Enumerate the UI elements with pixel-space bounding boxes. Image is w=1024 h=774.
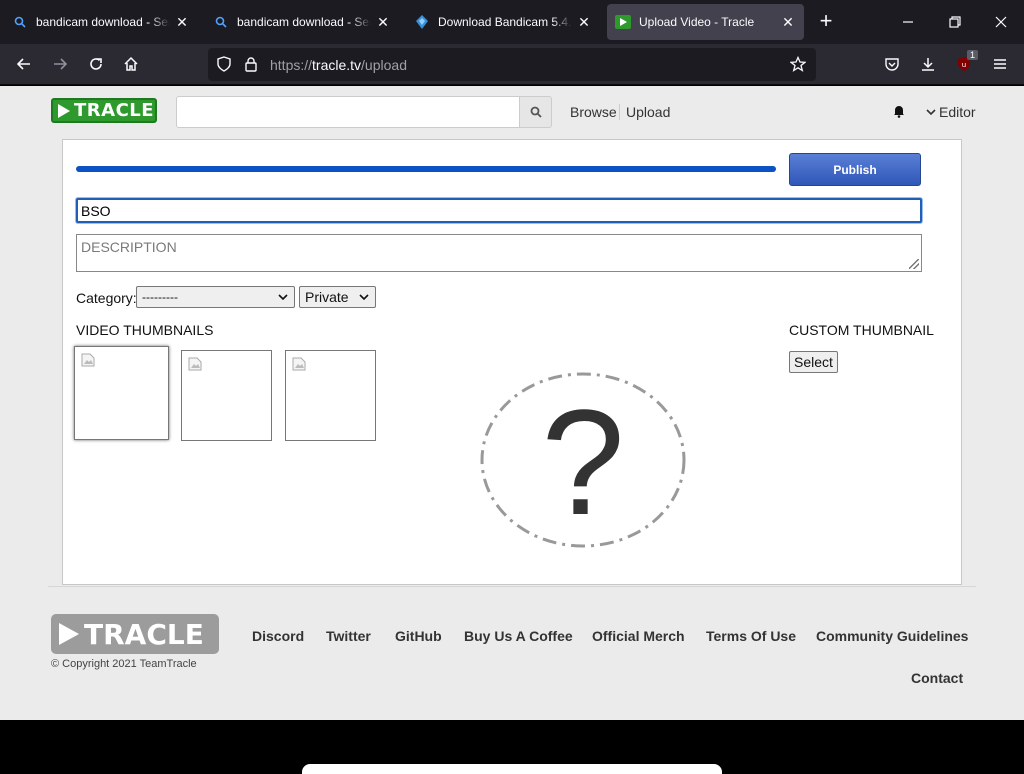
title-input[interactable] <box>76 198 922 223</box>
upload-progress-bar <box>76 166 776 172</box>
pocket-icon[interactable] <box>880 52 904 76</box>
footer-link-github[interactable]: GitHub <box>395 628 442 644</box>
new-tab-button[interactable]: + <box>814 10 838 34</box>
search-icon <box>530 106 542 118</box>
privacy-select[interactable]: Private <box>299 286 376 308</box>
hamburger-menu-icon[interactable] <box>988 52 1012 76</box>
footer-link-discord[interactable]: Discord <box>252 628 304 644</box>
bell-icon[interactable] <box>892 104 906 123</box>
tab-bandicam-search-2[interactable]: bandicam download - Search ✕ <box>205 4 399 40</box>
search-icon <box>12 14 28 30</box>
copyright-text: © Copyright 2021 TeamTracle <box>51 658 197 670</box>
footer-link-twitter[interactable]: Twitter <box>326 628 371 644</box>
video-thumbnail-1[interactable] <box>74 346 169 440</box>
footer-link-contact[interactable]: Contact <box>911 670 963 686</box>
tab-download-bandicam[interactable]: Download Bandicam 5.4.3 (free) ✕ <box>406 4 600 40</box>
window-close-icon[interactable] <box>989 10 1013 34</box>
tracle-favicon <box>615 14 631 30</box>
extension-badge: 1 <box>966 50 978 60</box>
user-menu-label: Editor <box>939 104 976 120</box>
url-bar[interactable]: https://tracle.tv/upload <box>208 48 816 81</box>
category-label: Category: <box>76 290 137 306</box>
browse-link[interactable]: Browse <box>570 104 617 120</box>
close-icon[interactable]: ✕ <box>174 14 190 31</box>
nav-divider <box>619 104 620 120</box>
chevron-down-icon <box>359 294 369 301</box>
category-value: --------- <box>142 290 178 304</box>
url-text[interactable]: https://tracle.tv/upload <box>270 57 407 73</box>
play-icon <box>59 623 79 645</box>
broken-image-icon <box>188 357 202 371</box>
tab-upload-video-tracle[interactable]: Upload Video - Tracle ✕ <box>607 4 804 40</box>
close-icon[interactable]: ✕ <box>375 14 391 31</box>
taskbar-edge <box>302 764 722 774</box>
lock-icon[interactable] <box>243 56 259 77</box>
play-icon <box>58 103 70 118</box>
user-menu[interactable]: Editor <box>926 104 976 120</box>
home-icon[interactable] <box>119 52 143 76</box>
category-select[interactable]: --------- <box>136 286 295 308</box>
video-thumbnails-label: VIDEO THUMBNAILS <box>76 322 214 338</box>
tab-title: bandicam download - Search <box>237 15 371 29</box>
broken-image-icon <box>292 357 306 371</box>
footer-divider <box>48 586 976 587</box>
chevron-down-icon <box>926 109 936 116</box>
description-placeholder: DESCRIPTION <box>81 239 177 255</box>
taskbar-area <box>0 720 1024 768</box>
select-thumbnail-button[interactable]: Select <box>789 351 838 373</box>
navigation-toolbar: https://tracle.tv/upload u 1 <box>0 44 1024 85</box>
footer-link-buy-us-a-coffee[interactable]: Buy Us A Coffee <box>464 628 573 644</box>
close-icon[interactable]: ✕ <box>576 14 592 31</box>
resize-grip-icon[interactable] <box>909 259 919 269</box>
tab-strip: bandicam download - Search ✕ bandicam do… <box>0 0 1024 44</box>
footer-logo[interactable]: TRACLE <box>51 614 219 654</box>
tab-title: bandicam download - Search <box>36 15 170 29</box>
search-button[interactable] <box>519 96 552 128</box>
tracle-logo[interactable]: TRACLE <box>51 98 157 123</box>
question-mark-glyph: ? <box>541 378 624 546</box>
tab-bandicam-search-1[interactable]: bandicam download - Search ✕ <box>4 4 198 40</box>
bookmark-star-icon[interactable] <box>789 55 807 77</box>
tab-title: Upload Video - Tracle <box>639 15 755 29</box>
video-thumbnail-2[interactable] <box>181 350 272 441</box>
minimize-icon[interactable] <box>896 10 920 34</box>
description-textarea[interactable]: DESCRIPTION <box>76 234 922 272</box>
softpedia-icon <box>414 14 430 30</box>
video-thumbnail-3[interactable] <box>285 350 376 441</box>
downloads-icon[interactable] <box>916 52 940 76</box>
page-content: TRACLE Browse Upload Editor Publish DESC… <box>0 86 1024 720</box>
chevron-down-icon <box>278 294 288 301</box>
logo-text: TRACLE <box>74 100 155 121</box>
privacy-value: Private <box>305 289 349 305</box>
back-arrow-icon[interactable] <box>12 52 36 76</box>
search-icon <box>213 14 229 30</box>
publish-button[interactable]: Publish <box>789 153 921 186</box>
restore-icon[interactable] <box>943 10 967 34</box>
upload-panel: Publish DESCRIPTION Category: --------- … <box>62 139 962 585</box>
close-icon[interactable]: ✕ <box>780 14 796 31</box>
thumbnail-placeholder-icon: ? <box>480 372 686 548</box>
upload-link[interactable]: Upload <box>626 104 670 120</box>
tracking-shield-icon[interactable] <box>216 56 232 77</box>
tab-title: Download Bandicam 5.4.3 (free) <box>438 15 572 29</box>
forward-arrow-icon[interactable] <box>48 52 72 76</box>
footer-logo-text: TRACLE <box>84 617 204 651</box>
footer-link-community-guidelines[interactable]: Community Guidelines <box>816 628 968 644</box>
search-input[interactable] <box>176 96 520 128</box>
reload-icon[interactable] <box>84 52 108 76</box>
custom-thumbnail-label: CUSTOM THUMBNAIL <box>789 322 934 338</box>
broken-image-icon <box>81 353 95 367</box>
footer-link-official-merch[interactable]: Official Merch <box>592 628 685 644</box>
svg-text:u: u <box>962 61 966 69</box>
footer-link-terms-of-use[interactable]: Terms Of Use <box>706 628 796 644</box>
ublock-extension-icon[interactable]: u 1 <box>952 50 978 76</box>
